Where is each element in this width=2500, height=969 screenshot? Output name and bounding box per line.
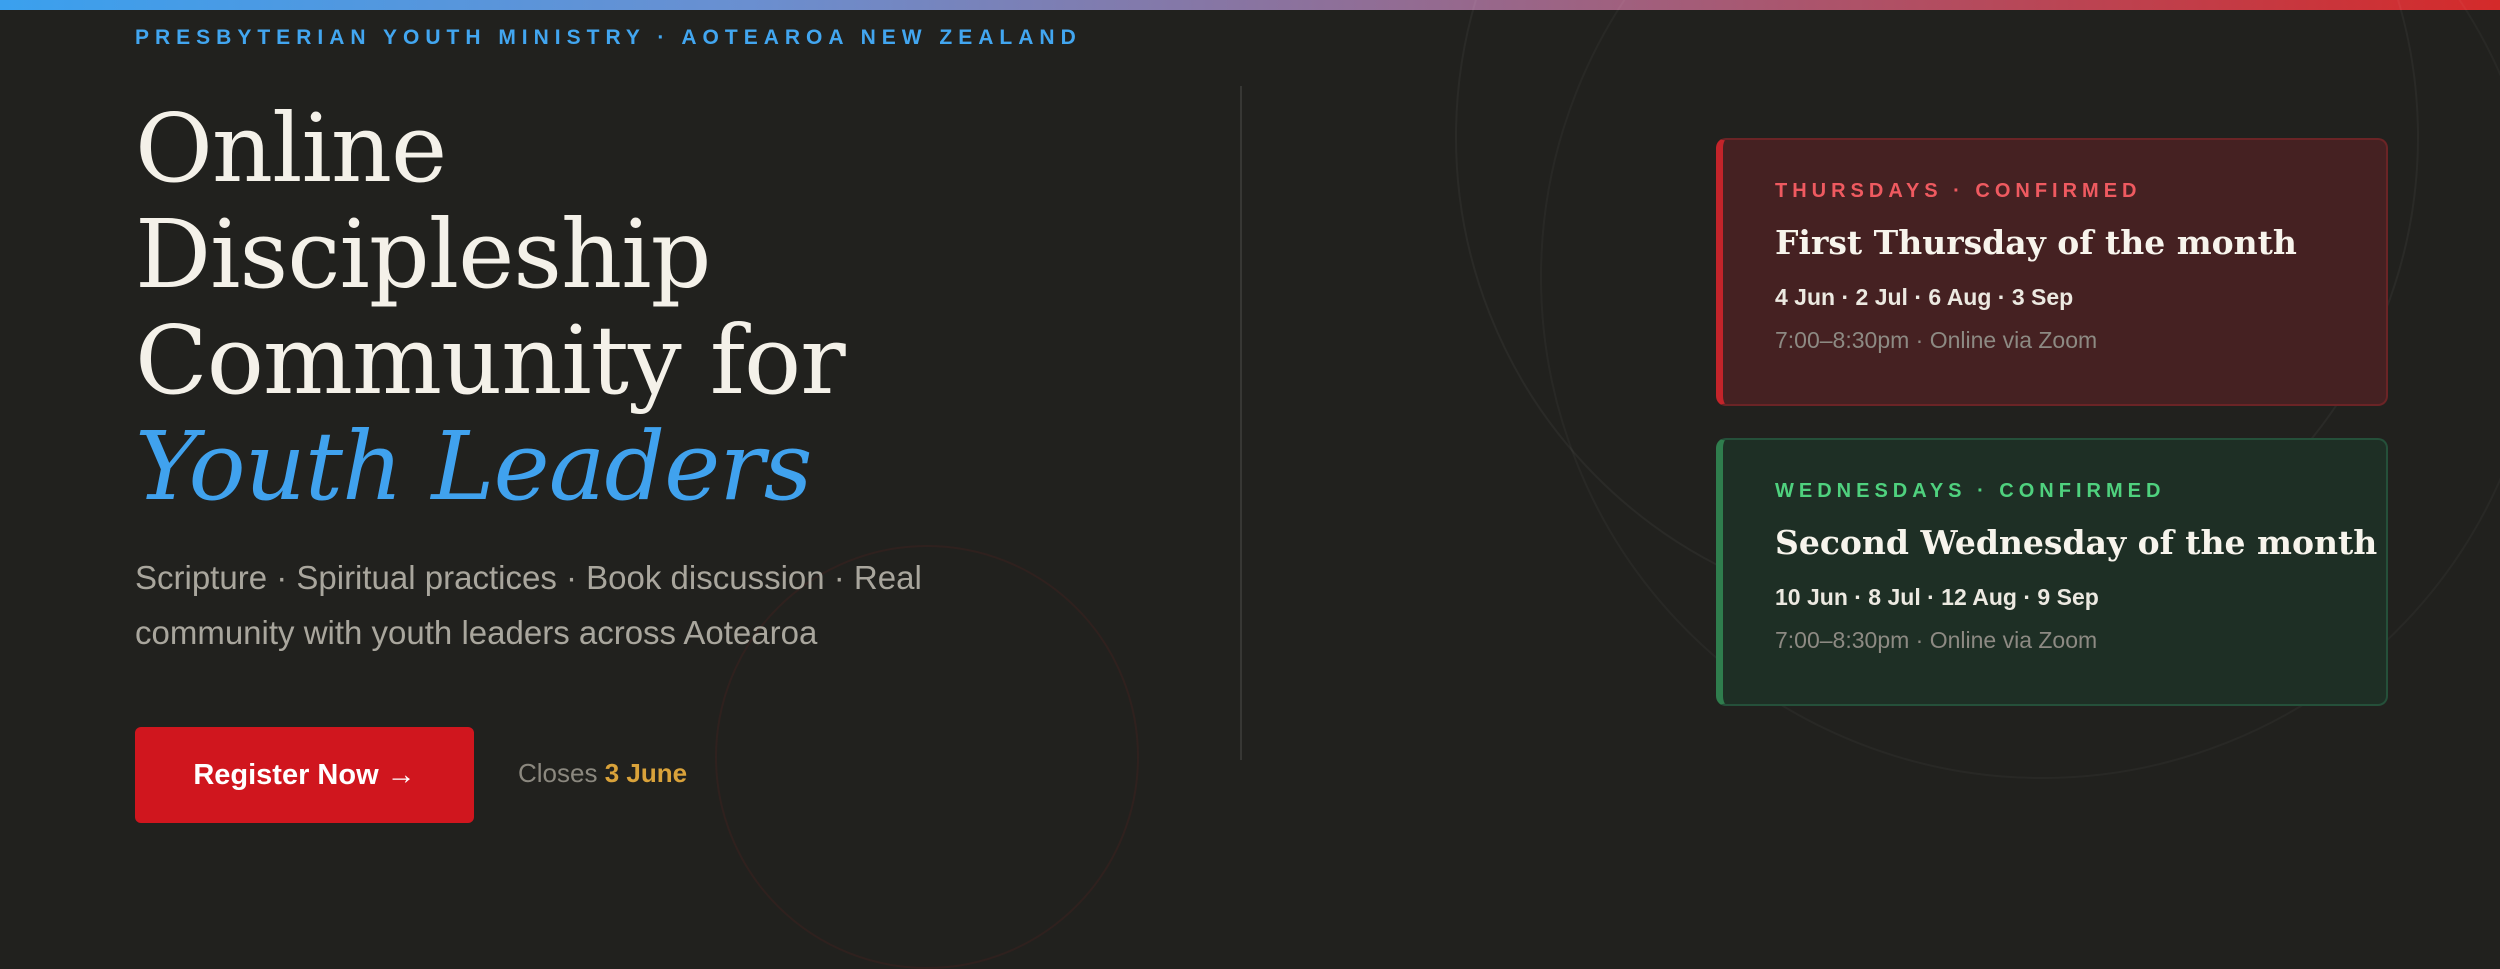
session-card-wednesday: WEDNESDAYS · CONFIRMED Second Wednesday …: [1716, 438, 2388, 706]
session-card-thursday: THURSDAYS · CONFIRMED First Thursday of …: [1716, 138, 2388, 406]
deadline-date: 3 June: [604, 758, 688, 788]
arrow-right-icon: →: [386, 758, 416, 791]
page-title: Online Discipleship Community for Youth …: [135, 94, 846, 522]
session-title: First Thursday of the month: [1775, 223, 2297, 262]
organization-eyebrow: PRESBYTERIAN YOUTH MINISTRY · AOTEAROA N…: [135, 26, 1082, 49]
title-line: Community for: [135, 306, 846, 416]
session-dates: 4 Jun · 2 Jul · 6 Aug · 3 Sep: [1775, 284, 2074, 310]
session-time: 7:00–8:30pm · Online via Zoom: [1775, 627, 2098, 653]
title-line: Discipleship: [135, 200, 711, 310]
top-accent-bar: [0, 0, 2500, 10]
register-now-button[interactable]: Register Now →: [135, 727, 474, 823]
session-dates: 10 Jun · 8 Jul · 12 Aug · 9 Sep: [1775, 584, 2099, 610]
session-label: THURSDAYS · CONFIRMED: [1775, 180, 2142, 202]
session-title: Second Wednesday of the month: [1775, 523, 2378, 562]
session-label: WEDNESDAYS · CONFIRMED: [1775, 480, 2166, 502]
title-accent: Youth Leaders: [135, 412, 813, 522]
title-line: Online: [135, 94, 447, 204]
vertical-divider: [1240, 86, 1242, 760]
registration-deadline: Closes 3 June: [518, 758, 687, 789]
session-time: 7:00–8:30pm · Online via Zoom: [1775, 327, 2098, 353]
deadline-prefix: Closes: [518, 758, 598, 788]
page-subtitle: Scripture · Spiritual practices · Book d…: [135, 559, 922, 651]
register-button-label: Register Now: [193, 758, 379, 791]
